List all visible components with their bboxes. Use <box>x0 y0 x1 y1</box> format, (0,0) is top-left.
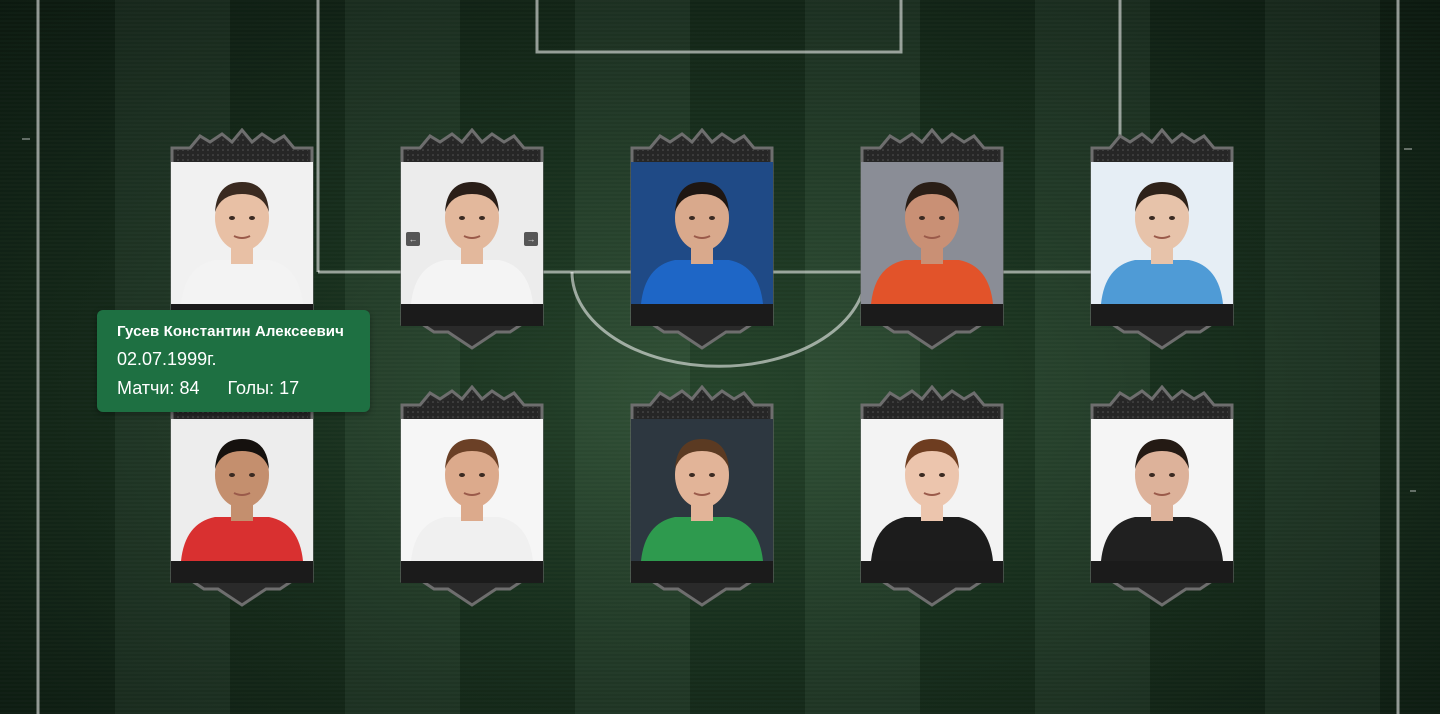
player-photo <box>631 162 773 304</box>
player-matches: Матчи: 84 <box>117 378 200 398</box>
arrow-left-icon[interactable]: ← <box>406 232 420 246</box>
player-photo <box>1091 162 1233 304</box>
player-photo-frame <box>1091 419 1233 561</box>
player-photo-frame <box>171 162 313 304</box>
player-photo <box>1091 419 1233 561</box>
player-photo-frame <box>631 162 773 304</box>
player-card[interactable] <box>626 385 778 607</box>
player-card[interactable]: ← → <box>396 128 548 350</box>
player-photo <box>171 419 313 561</box>
player-photo-frame <box>171 419 313 561</box>
player-full-name: Гусев Константин Алексеевич <box>117 323 344 340</box>
player-photo <box>401 162 543 304</box>
player-photo-frame <box>1091 162 1233 304</box>
player-photo-frame <box>401 419 543 561</box>
player-goals: Голы: 17 <box>227 378 300 398</box>
player-photo <box>631 419 773 561</box>
player-card[interactable] <box>856 385 1008 607</box>
player-photo <box>171 162 313 304</box>
arrow-right-icon[interactable]: → <box>524 232 538 246</box>
player-tooltip: Гусев Константин Алексеевич 02.07.1999г.… <box>97 310 370 412</box>
player-card[interactable] <box>626 128 778 350</box>
player-photo <box>861 162 1003 304</box>
player-photo <box>861 419 1003 561</box>
player-card[interactable] <box>166 385 318 607</box>
player-card[interactable] <box>1086 385 1238 607</box>
player-card[interactable] <box>396 385 548 607</box>
player-photo-frame <box>861 419 1003 561</box>
player-photo-frame <box>861 162 1003 304</box>
player-card[interactable] <box>856 128 1008 350</box>
player-card[interactable] <box>1086 128 1238 350</box>
player-photo-frame <box>401 162 543 304</box>
player-birth-date: 02.07.1999г. <box>117 349 217 369</box>
player-photo <box>401 419 543 561</box>
player-stats: Матчи: 84 Голы: 17 <box>117 378 350 399</box>
player-photo-frame <box>631 419 773 561</box>
